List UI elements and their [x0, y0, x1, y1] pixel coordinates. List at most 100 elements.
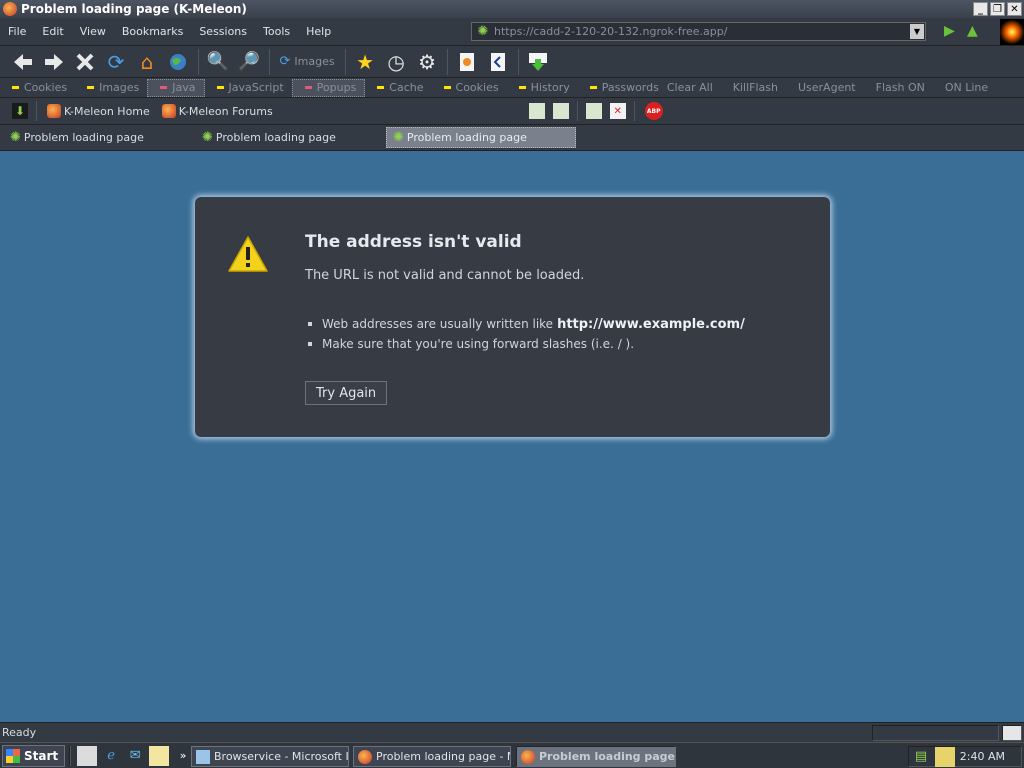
- windows-flag-icon: [6, 748, 20, 763]
- task-problem-loading-2[interactable]: Problem loading page ...: [516, 746, 676, 767]
- images-refresh-icon: ⟳: [279, 54, 291, 69]
- toggle-useragent[interactable]: UserAgent: [786, 79, 864, 97]
- start-button[interactable]: Start: [2, 744, 66, 767]
- tab-3-active[interactable]: ✺ Problem loading page: [386, 127, 576, 148]
- toggle-cache[interactable]: Cache: [365, 79, 431, 97]
- page-script-icon[interactable]: [454, 49, 480, 75]
- menu-bookmarks[interactable]: Bookmarks: [114, 25, 191, 38]
- menu-bar: File Edit View Bookmarks Sessions Tools …: [0, 18, 1024, 46]
- toggle-images[interactable]: Images: [75, 79, 147, 97]
- menu-help[interactable]: Help: [298, 25, 339, 38]
- window-title: Problem loading page (K-Meleon): [21, 2, 247, 16]
- page-content: The address isn't valid The URL is not v…: [0, 151, 1024, 722]
- network-icon[interactable]: ▤: [911, 747, 931, 767]
- download-icon[interactable]: [525, 49, 551, 75]
- explorer-icon[interactable]: [149, 745, 170, 766]
- example-url: http://www.example.com/: [557, 316, 745, 332]
- menu-tools[interactable]: Tools: [255, 25, 298, 38]
- home-icon[interactable]: ⌂: [134, 49, 160, 75]
- status-lock-icon: [1002, 725, 1022, 741]
- toolbar-separator: [344, 48, 346, 75]
- star-bookmark-icon[interactable]: ★: [352, 49, 378, 75]
- toggles-toolbar: Cookies Images Java JavaScript Popups Ca…: [0, 78, 1024, 98]
- tray-app-icon[interactable]: [935, 746, 955, 767]
- toggle-flash-on[interactable]: Flash ON: [864, 79, 933, 97]
- toggle-javascript[interactable]: JavaScript: [205, 79, 292, 97]
- error-description: The URL is not valid and cannot be loade…: [305, 268, 585, 283]
- taskbar: Start ℯ ✉ » Browservice - Microsoft I...…: [0, 742, 1024, 768]
- internet-explorer-icon[interactable]: ℯ: [101, 746, 121, 766]
- loading-spinner-icon: ✺: [202, 130, 213, 145]
- forward-icon[interactable]: [41, 49, 67, 75]
- adblock-plus-icon[interactable]: ABP: [644, 102, 663, 120]
- task-problem-loading-1[interactable]: Problem loading page - M...: [353, 746, 511, 767]
- back-icon[interactable]: [10, 49, 36, 75]
- toggle-passwords[interactable]: Passwords: [578, 79, 667, 97]
- history-clock-icon[interactable]: ◷: [383, 49, 409, 75]
- status-text: Ready: [2, 726, 37, 739]
- go-icon[interactable]: ▶: [944, 23, 955, 39]
- view-source-icon[interactable]: [485, 49, 511, 75]
- taskbar-separator: [69, 745, 72, 766]
- toggle-java[interactable]: Java: [147, 78, 205, 97]
- window-icon[interactable]: [528, 103, 545, 119]
- system-tray: ▤ 2:40 AM: [908, 746, 1022, 767]
- try-again-button[interactable]: Try Again: [305, 381, 388, 405]
- zoom-in-icon[interactable]: 🔍: [205, 49, 231, 75]
- status-bar: Ready: [0, 722, 1024, 742]
- show-desktop-icon[interactable]: [77, 745, 98, 766]
- tab-bar: ✺ Problem loading page ✺ Problem loading…: [0, 125, 1024, 151]
- close-button[interactable]: ✕: [1007, 2, 1022, 16]
- title-bar: Problem loading page (K-Meleon) _ ❐ ✕: [0, 0, 1024, 18]
- toolbar-separator: [576, 101, 578, 121]
- zoom-out-icon[interactable]: 🔎: [236, 49, 262, 75]
- menu-view[interactable]: View: [72, 25, 114, 38]
- toolbar-separator: [36, 101, 37, 121]
- restore-button[interactable]: ❐: [990, 2, 1005, 16]
- minimize-button[interactable]: _: [973, 2, 988, 16]
- tab-2[interactable]: ✺ Problem loading page: [196, 127, 386, 148]
- url-bar[interactable]: ✺ https://cadd-2-120-20-132.ngrok-free.a…: [471, 22, 926, 41]
- k-meleon-icon: [358, 749, 372, 764]
- url-input[interactable]: https://cadd-2-120-20-132.ngrok-free.app…: [494, 25, 727, 38]
- download-arrow-icon[interactable]: ⬇: [12, 103, 28, 119]
- toggle-cookies[interactable]: Cookies: [0, 79, 75, 97]
- toggle-clear-all[interactable]: Clear All: [667, 79, 721, 97]
- error-panel: The address isn't valid The URL is not v…: [195, 197, 830, 437]
- images-button[interactable]: ⟳ Images: [274, 54, 341, 69]
- reload-icon[interactable]: ⟳: [103, 49, 129, 75]
- toolbar-separator: [446, 48, 448, 75]
- loading-spinner-icon: ✺: [10, 130, 21, 145]
- bookmark-kmeleon-forums[interactable]: K-Meleon Forums: [156, 104, 279, 118]
- loading-spinner-icon: ✺: [477, 23, 489, 39]
- k-meleon-icon: [521, 749, 535, 764]
- settings-gear-icon[interactable]: ⚙: [414, 49, 440, 75]
- toggle-cookies-clear[interactable]: Cookies: [432, 79, 507, 97]
- new-window-icon[interactable]: [585, 103, 602, 119]
- clock: 2:40 AM: [959, 750, 1005, 763]
- close-window-icon[interactable]: ✕: [609, 103, 626, 119]
- images-label: Images: [294, 55, 335, 68]
- toggle-popups[interactable]: Popups: [291, 78, 366, 97]
- k-meleon-throbber-icon: [1000, 19, 1024, 45]
- stop-icon[interactable]: [72, 49, 98, 75]
- menu-sessions[interactable]: Sessions: [191, 25, 255, 38]
- window-controls: _ ❐ ✕: [973, 2, 1022, 16]
- window-alt-icon[interactable]: [552, 103, 569, 119]
- task-browservice[interactable]: Browservice - Microsoft I...: [191, 746, 349, 767]
- tab-1[interactable]: ✺ Problem loading page: [4, 127, 194, 148]
- menu-file[interactable]: File: [0, 25, 34, 38]
- warning-icon: [228, 236, 268, 272]
- toggle-online[interactable]: ON Line: [933, 79, 996, 97]
- toggle-killflash[interactable]: KillFlash: [721, 79, 786, 97]
- menu-edit[interactable]: Edit: [34, 25, 71, 38]
- bookmark-icon: [161, 104, 176, 118]
- bookmark-icon: [47, 104, 61, 118]
- k-meleon-icon: [3, 2, 17, 16]
- outlook-express-icon[interactable]: ✉: [125, 746, 145, 766]
- bookmark-kmeleon-home[interactable]: K-Meleon Home: [41, 104, 156, 118]
- toggle-history[interactable]: History: [507, 79, 578, 97]
- globe-icon[interactable]: [165, 49, 191, 75]
- up-icon[interactable]: ▲: [967, 23, 978, 39]
- url-dropdown-button[interactable]: ▼: [910, 24, 924, 39]
